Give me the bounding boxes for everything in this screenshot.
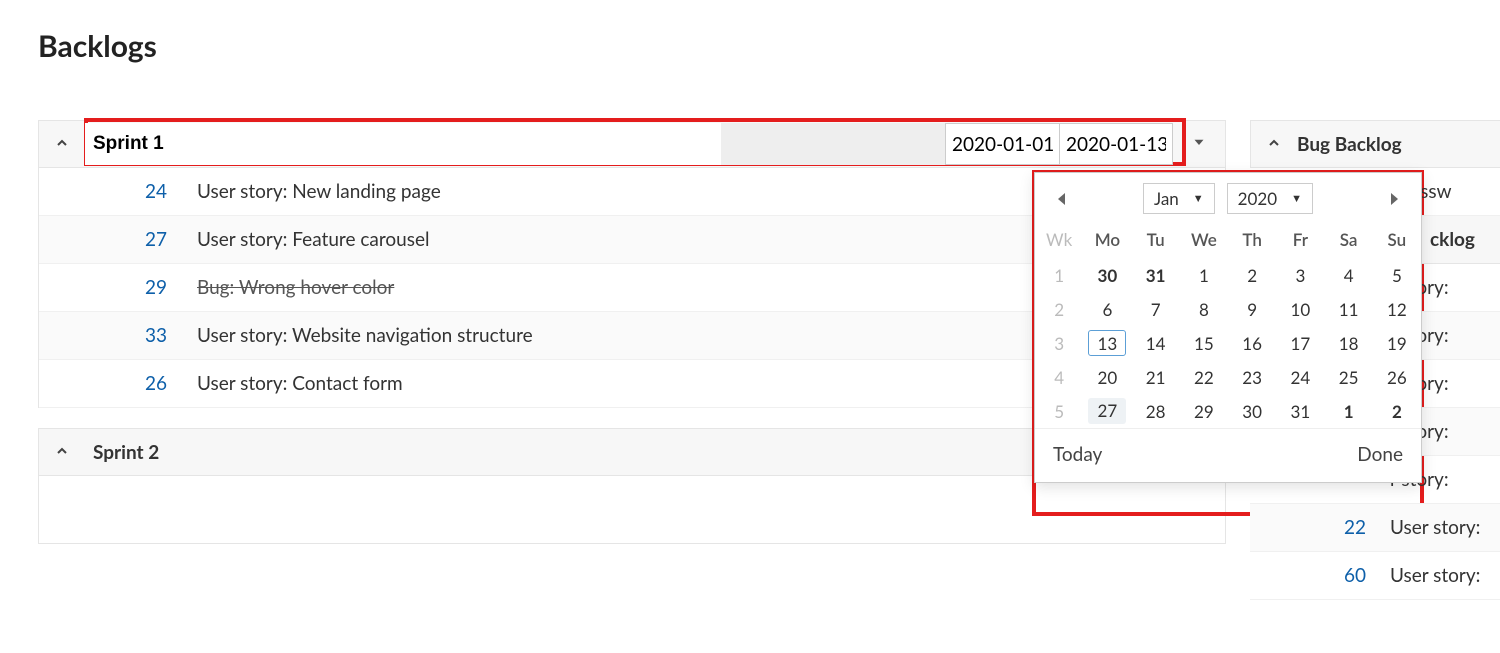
- collapse-toggle[interactable]: [39, 133, 85, 156]
- calendar-day[interactable]: 28: [1132, 394, 1180, 428]
- calendar-day[interactable]: 24: [1276, 360, 1324, 394]
- calendar-day[interactable]: 7: [1132, 292, 1180, 326]
- month-select[interactable]: Jan ▼: [1143, 183, 1215, 214]
- list-item[interactable]: 22User story:: [1250, 504, 1500, 552]
- calendar-day[interactable]: 5: [1373, 258, 1421, 292]
- item-title: User story: New landing page: [197, 180, 441, 203]
- calendar-grid: WkMoTuWeThFrSaSu 13031123452678910111231…: [1035, 224, 1421, 428]
- calendar-day[interactable]: 17: [1276, 326, 1324, 360]
- calendar-day[interactable]: 27: [1083, 394, 1131, 428]
- datepicker-popup: Jan ▼ 2020 ▼ WkMoTuWeThFrSaSu 1303112345…: [1034, 172, 1422, 483]
- calendar-day[interactable]: 29: [1180, 394, 1228, 428]
- next-month-button[interactable]: [1381, 186, 1407, 212]
- year-value: 2020: [1238, 188, 1277, 209]
- calendar-day-header: Sa: [1325, 224, 1373, 258]
- calendar-day[interactable]: 31: [1276, 394, 1324, 428]
- calendar-day[interactable]: 8: [1180, 292, 1228, 326]
- calendar-day[interactable]: 9: [1228, 292, 1276, 326]
- item-id[interactable]: 24: [121, 180, 197, 203]
- sprint-end-date-input[interactable]: [1059, 123, 1173, 165]
- calendar-day[interactable]: 3: [1276, 258, 1324, 292]
- item-title: User story: Website navigation structure: [197, 324, 533, 347]
- backlog-title-truncated: cklog: [1430, 228, 1475, 251]
- sprint-menu-button[interactable]: [1173, 133, 1225, 156]
- calendar-day-header: Tu: [1132, 224, 1180, 258]
- calendar-day[interactable]: 31: [1132, 258, 1180, 292]
- page-title: Backlogs: [38, 28, 1500, 64]
- chevron-up-icon: [54, 135, 70, 151]
- calendar-day[interactable]: 6: [1083, 292, 1131, 326]
- item-id[interactable]: 26: [121, 372, 197, 395]
- calendar-day[interactable]: 30: [1083, 258, 1131, 292]
- item-title: User story: Contact form: [197, 372, 403, 395]
- calendar-day[interactable]: 2: [1228, 258, 1276, 292]
- week-number: 4: [1035, 360, 1083, 394]
- month-value: Jan: [1154, 188, 1179, 209]
- dropdown-caret-icon: ▼: [1291, 192, 1302, 205]
- calendar-day[interactable]: 23: [1228, 360, 1276, 394]
- today-button[interactable]: Today: [1053, 443, 1102, 466]
- chevron-up-icon: [54, 443, 70, 459]
- calendar-day[interactable]: 19: [1373, 326, 1421, 360]
- calendar-day-header: Wk: [1035, 224, 1083, 258]
- item-title: Bug: Wrong hover color: [197, 276, 394, 299]
- collapse-toggle[interactable]: [39, 441, 85, 464]
- calendar-day[interactable]: 10: [1276, 292, 1324, 326]
- item-title: User story:: [1390, 516, 1480, 539]
- calendar-day[interactable]: 22: [1180, 360, 1228, 394]
- calendar-day[interactable]: 21: [1132, 360, 1180, 394]
- calendar-day[interactable]: 16: [1228, 326, 1276, 360]
- item-id[interactable]: 22: [1320, 516, 1390, 539]
- calendar-day[interactable]: 25: [1325, 360, 1373, 394]
- bug-backlog-header: Bug Backlog: [1250, 120, 1500, 168]
- calendar-day[interactable]: 15: [1180, 326, 1228, 360]
- calendar-day[interactable]: 18: [1325, 326, 1373, 360]
- bug-backlog-title: Bug Backlog: [1297, 133, 1402, 156]
- sprint-start-date-input[interactable]: [945, 123, 1059, 165]
- dropdown-caret-icon: [1190, 133, 1208, 151]
- dropdown-caret-icon: ▼: [1193, 192, 1204, 205]
- calendar-day-header: Th: [1228, 224, 1276, 258]
- item-title: User story:: [1390, 564, 1480, 587]
- triangle-right-icon: [1389, 193, 1399, 205]
- calendar-day-header: Mo: [1083, 224, 1131, 258]
- sprint-header: [38, 120, 1226, 168]
- week-number: 1: [1035, 258, 1083, 292]
- item-id[interactable]: 29: [121, 276, 197, 299]
- week-number: 5: [1035, 394, 1083, 428]
- week-number: 3: [1035, 326, 1083, 360]
- list-item[interactable]: 60User story:: [1250, 552, 1500, 600]
- week-number: 2: [1035, 292, 1083, 326]
- sprint-name-input[interactable]: [85, 123, 721, 165]
- item-id[interactable]: 60: [1320, 564, 1390, 587]
- collapse-toggle[interactable]: [1251, 133, 1297, 156]
- calendar-day[interactable]: 4: [1325, 258, 1373, 292]
- calendar-day[interactable]: 12: [1373, 292, 1421, 326]
- item-id[interactable]: 33: [121, 324, 197, 347]
- calendar-day[interactable]: 2: [1373, 394, 1421, 428]
- calendar-day[interactable]: 20: [1083, 360, 1131, 394]
- sprint-empty-drop-area[interactable]: [38, 476, 1226, 544]
- calendar-day-header: We: [1180, 224, 1228, 258]
- item-id[interactable]: 27: [121, 228, 197, 251]
- item-title: User story: Feature carousel: [197, 228, 430, 251]
- calendar-day[interactable]: 13: [1083, 326, 1131, 360]
- prev-month-button[interactable]: [1049, 186, 1075, 212]
- calendar-day[interactable]: 11: [1325, 292, 1373, 326]
- triangle-left-icon: [1057, 193, 1067, 205]
- calendar-day-header: Su: [1373, 224, 1421, 258]
- sprint-edit-spacer: [721, 123, 945, 165]
- calendar-day[interactable]: 1: [1325, 394, 1373, 428]
- calendar-day[interactable]: 1: [1180, 258, 1228, 292]
- chevron-up-icon: [1266, 135, 1282, 151]
- calendar-day[interactable]: 30: [1228, 394, 1276, 428]
- calendar-day[interactable]: 26: [1373, 360, 1421, 394]
- calendar-day-header: Fr: [1276, 224, 1324, 258]
- calendar-day[interactable]: 14: [1132, 326, 1180, 360]
- year-select[interactable]: 2020 ▼: [1227, 183, 1313, 214]
- done-button[interactable]: Done: [1357, 443, 1403, 466]
